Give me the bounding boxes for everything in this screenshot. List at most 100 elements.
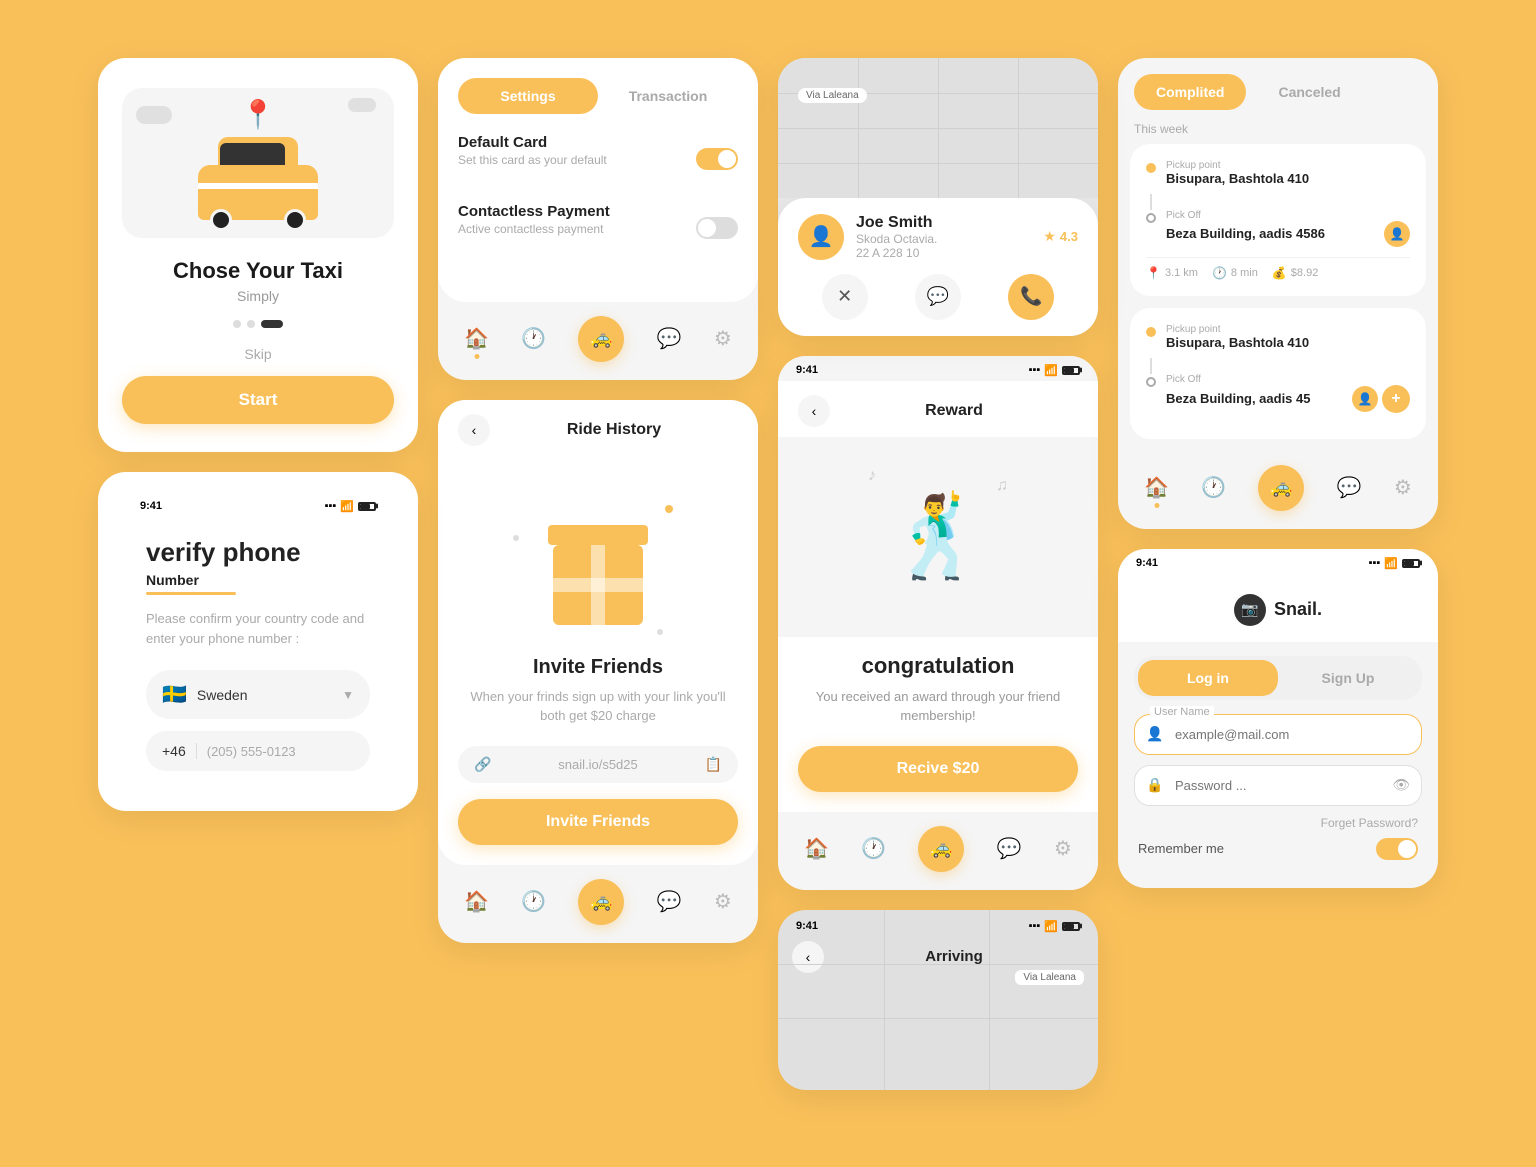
nav-taxi-history[interactable]: 🚕	[1258, 465, 1304, 511]
status-bar-login: 9:41 ▪▪▪ 📶	[1118, 549, 1438, 574]
nav-settings-history[interactable]: ⚙	[1394, 475, 1412, 500]
contactless-toggle[interactable]	[696, 217, 738, 239]
map-grid-v3	[1018, 58, 1019, 198]
dropoff-info-1: Pick Off Beza Building, aadis 4586 👤	[1166, 210, 1410, 247]
nav-taxi-reward[interactable]: 🚕	[918, 826, 964, 872]
remember-knob	[1398, 840, 1416, 858]
trip-card-1: Pickup point Bisupara, Bashtola 410 Pick…	[1130, 144, 1426, 296]
tab-transaction[interactable]: Transaction	[598, 78, 738, 114]
driver-avatar: 👤	[798, 214, 844, 260]
toggle-knob-2	[698, 219, 716, 237]
nav-clock-reward[interactable]: 🕐	[861, 836, 886, 861]
invite-button[interactable]: Invite Friends	[458, 799, 738, 845]
reward-back-button[interactable]: ‹	[798, 395, 830, 427]
distance-icon: 📍	[1146, 266, 1161, 280]
phone-number-input[interactable]: (205) 555-0123	[207, 744, 296, 759]
skip-link[interactable]: Skip	[122, 346, 394, 362]
add-button-2[interactable]: +	[1382, 385, 1410, 413]
reward-header: ‹ Reward	[778, 381, 1098, 437]
receive-button[interactable]: Recive $20	[798, 746, 1078, 792]
nav-chat[interactable]: 💬	[657, 326, 682, 351]
invite-content: Invite Friends When your frinds sign up …	[438, 460, 758, 865]
gift-illustration	[518, 480, 678, 640]
nav-clock-history[interactable]: 🕐	[1201, 475, 1226, 500]
phone-input-row[interactable]: +46 (205) 555-0123	[146, 731, 370, 771]
invite-header: ‹ Ride History	[438, 400, 758, 460]
route-connector-1	[1150, 194, 1152, 210]
meta-time-1: 🕐 8 min	[1212, 266, 1258, 280]
battery-icon	[358, 502, 376, 511]
invite-link-text: snail.io/s5d25	[499, 757, 696, 772]
nav-home[interactable]: 🏠	[464, 326, 489, 351]
country-selector[interactable]: 🇸🇪 Sweden ▼	[146, 670, 370, 719]
default-card-desc: Set this card as your default	[458, 153, 607, 167]
price-icon: 💰	[1272, 266, 1287, 280]
tab-completed[interactable]: Complited	[1134, 74, 1246, 110]
music-note-1: ♪	[868, 467, 876, 485]
dot-3[interactable]	[261, 320, 283, 328]
choose-taxi-card: 📍 Chose Your Taxi Simply Skip Start	[98, 58, 418, 452]
reward-illustration: 🕺 ♪ ♫	[778, 437, 1098, 637]
nav-taxi-invite[interactable]: 🚕	[578, 879, 624, 925]
tab-signup[interactable]: Sign Up	[1278, 660, 1418, 696]
dropoff-point-1: Pick Off Beza Building, aadis 4586 👤	[1146, 210, 1410, 247]
dot-2[interactable]	[247, 320, 255, 328]
gift-lid	[548, 525, 648, 545]
username-label: User Name	[1150, 706, 1214, 718]
distance-value-1: 3.1 km	[1165, 267, 1198, 279]
dropoff-actions-2: 👤 +	[1352, 385, 1410, 413]
driver-rating-group: ★ 4.3	[1043, 228, 1078, 245]
password-input[interactable]	[1134, 765, 1422, 806]
forget-password-link[interactable]: Forget Password?	[1118, 816, 1438, 830]
history-card: Complited Canceled This week Pickup poin…	[1118, 58, 1438, 529]
taxi-illustration: 📍	[122, 88, 394, 238]
username-input[interactable]	[1134, 714, 1422, 755]
default-card-setting: Default Card Set this card as your defau…	[458, 134, 738, 185]
back-button[interactable]: ‹	[458, 414, 490, 446]
nav-taxi[interactable]: 🚕	[578, 316, 624, 362]
nav-settings-invite[interactable]: ⚙	[714, 889, 732, 914]
nav-chat-invite[interactable]: 💬	[657, 889, 682, 914]
pickup-dot-2	[1146, 327, 1156, 337]
avatar-2: 👤	[1352, 386, 1378, 412]
start-button[interactable]: Start	[122, 376, 394, 424]
close-button[interactable]: ✕	[822, 274, 868, 320]
remember-toggle[interactable]	[1376, 838, 1418, 860]
nav-settings-reward[interactable]: ⚙	[1054, 836, 1072, 861]
eye-icon[interactable]: 👁	[1392, 777, 1410, 794]
reward-header-title: Reward	[830, 402, 1078, 420]
message-button[interactable]: 💬	[915, 274, 961, 320]
map-view: Via Laleana	[778, 58, 1098, 198]
call-button[interactable]: 📞	[1008, 274, 1054, 320]
battery-icon-reward	[1062, 366, 1080, 375]
default-card-toggle[interactable]	[696, 148, 738, 170]
nav-chat-reward[interactable]: 💬	[997, 836, 1022, 861]
nav-home-invite[interactable]: 🏠	[464, 889, 489, 914]
lock-icon: 🔒	[1146, 777, 1163, 794]
battery-login	[1402, 559, 1420, 568]
nav-settings[interactable]: ⚙	[714, 326, 732, 351]
nav-history[interactable]: 🕐	[521, 326, 546, 351]
dropoff-dot-1	[1146, 213, 1156, 223]
nav-chat-history[interactable]: 💬	[1337, 475, 1362, 500]
tab-settings[interactable]: Settings	[458, 78, 598, 114]
invite-title: Invite Friends	[458, 656, 738, 679]
nav-home-history[interactable]: 🏠	[1144, 475, 1169, 500]
tab-canceled[interactable]: Canceled	[1256, 74, 1362, 110]
nav-clock-invite[interactable]: 🕐	[521, 889, 546, 914]
nav-dot-history	[1154, 503, 1159, 508]
login-logo: 📷 Snail.	[1118, 574, 1438, 642]
arriving-back-button[interactable]: ‹	[792, 941, 824, 973]
verify-phone-card: 9:41 ▪▪▪ 📶 verify phone Number Please co…	[98, 472, 418, 812]
dot-1[interactable]	[233, 320, 241, 328]
dropoff-point-2: Pick Off Beza Building, aadis 45 👤 +	[1146, 374, 1410, 413]
card1-subtitle: Simply	[122, 288, 394, 304]
route-connector-2	[1150, 358, 1152, 374]
reward-emoji: 🕺	[888, 490, 988, 584]
time-icon: 🕐	[1212, 266, 1227, 280]
copy-icon[interactable]: 📋	[705, 756, 722, 773]
password-group: 🔒 👁	[1134, 765, 1422, 806]
tab-login[interactable]: Log in	[1138, 660, 1278, 696]
logo-text: Snail.	[1274, 599, 1322, 620]
nav-home-reward[interactable]: 🏠	[804, 836, 829, 861]
